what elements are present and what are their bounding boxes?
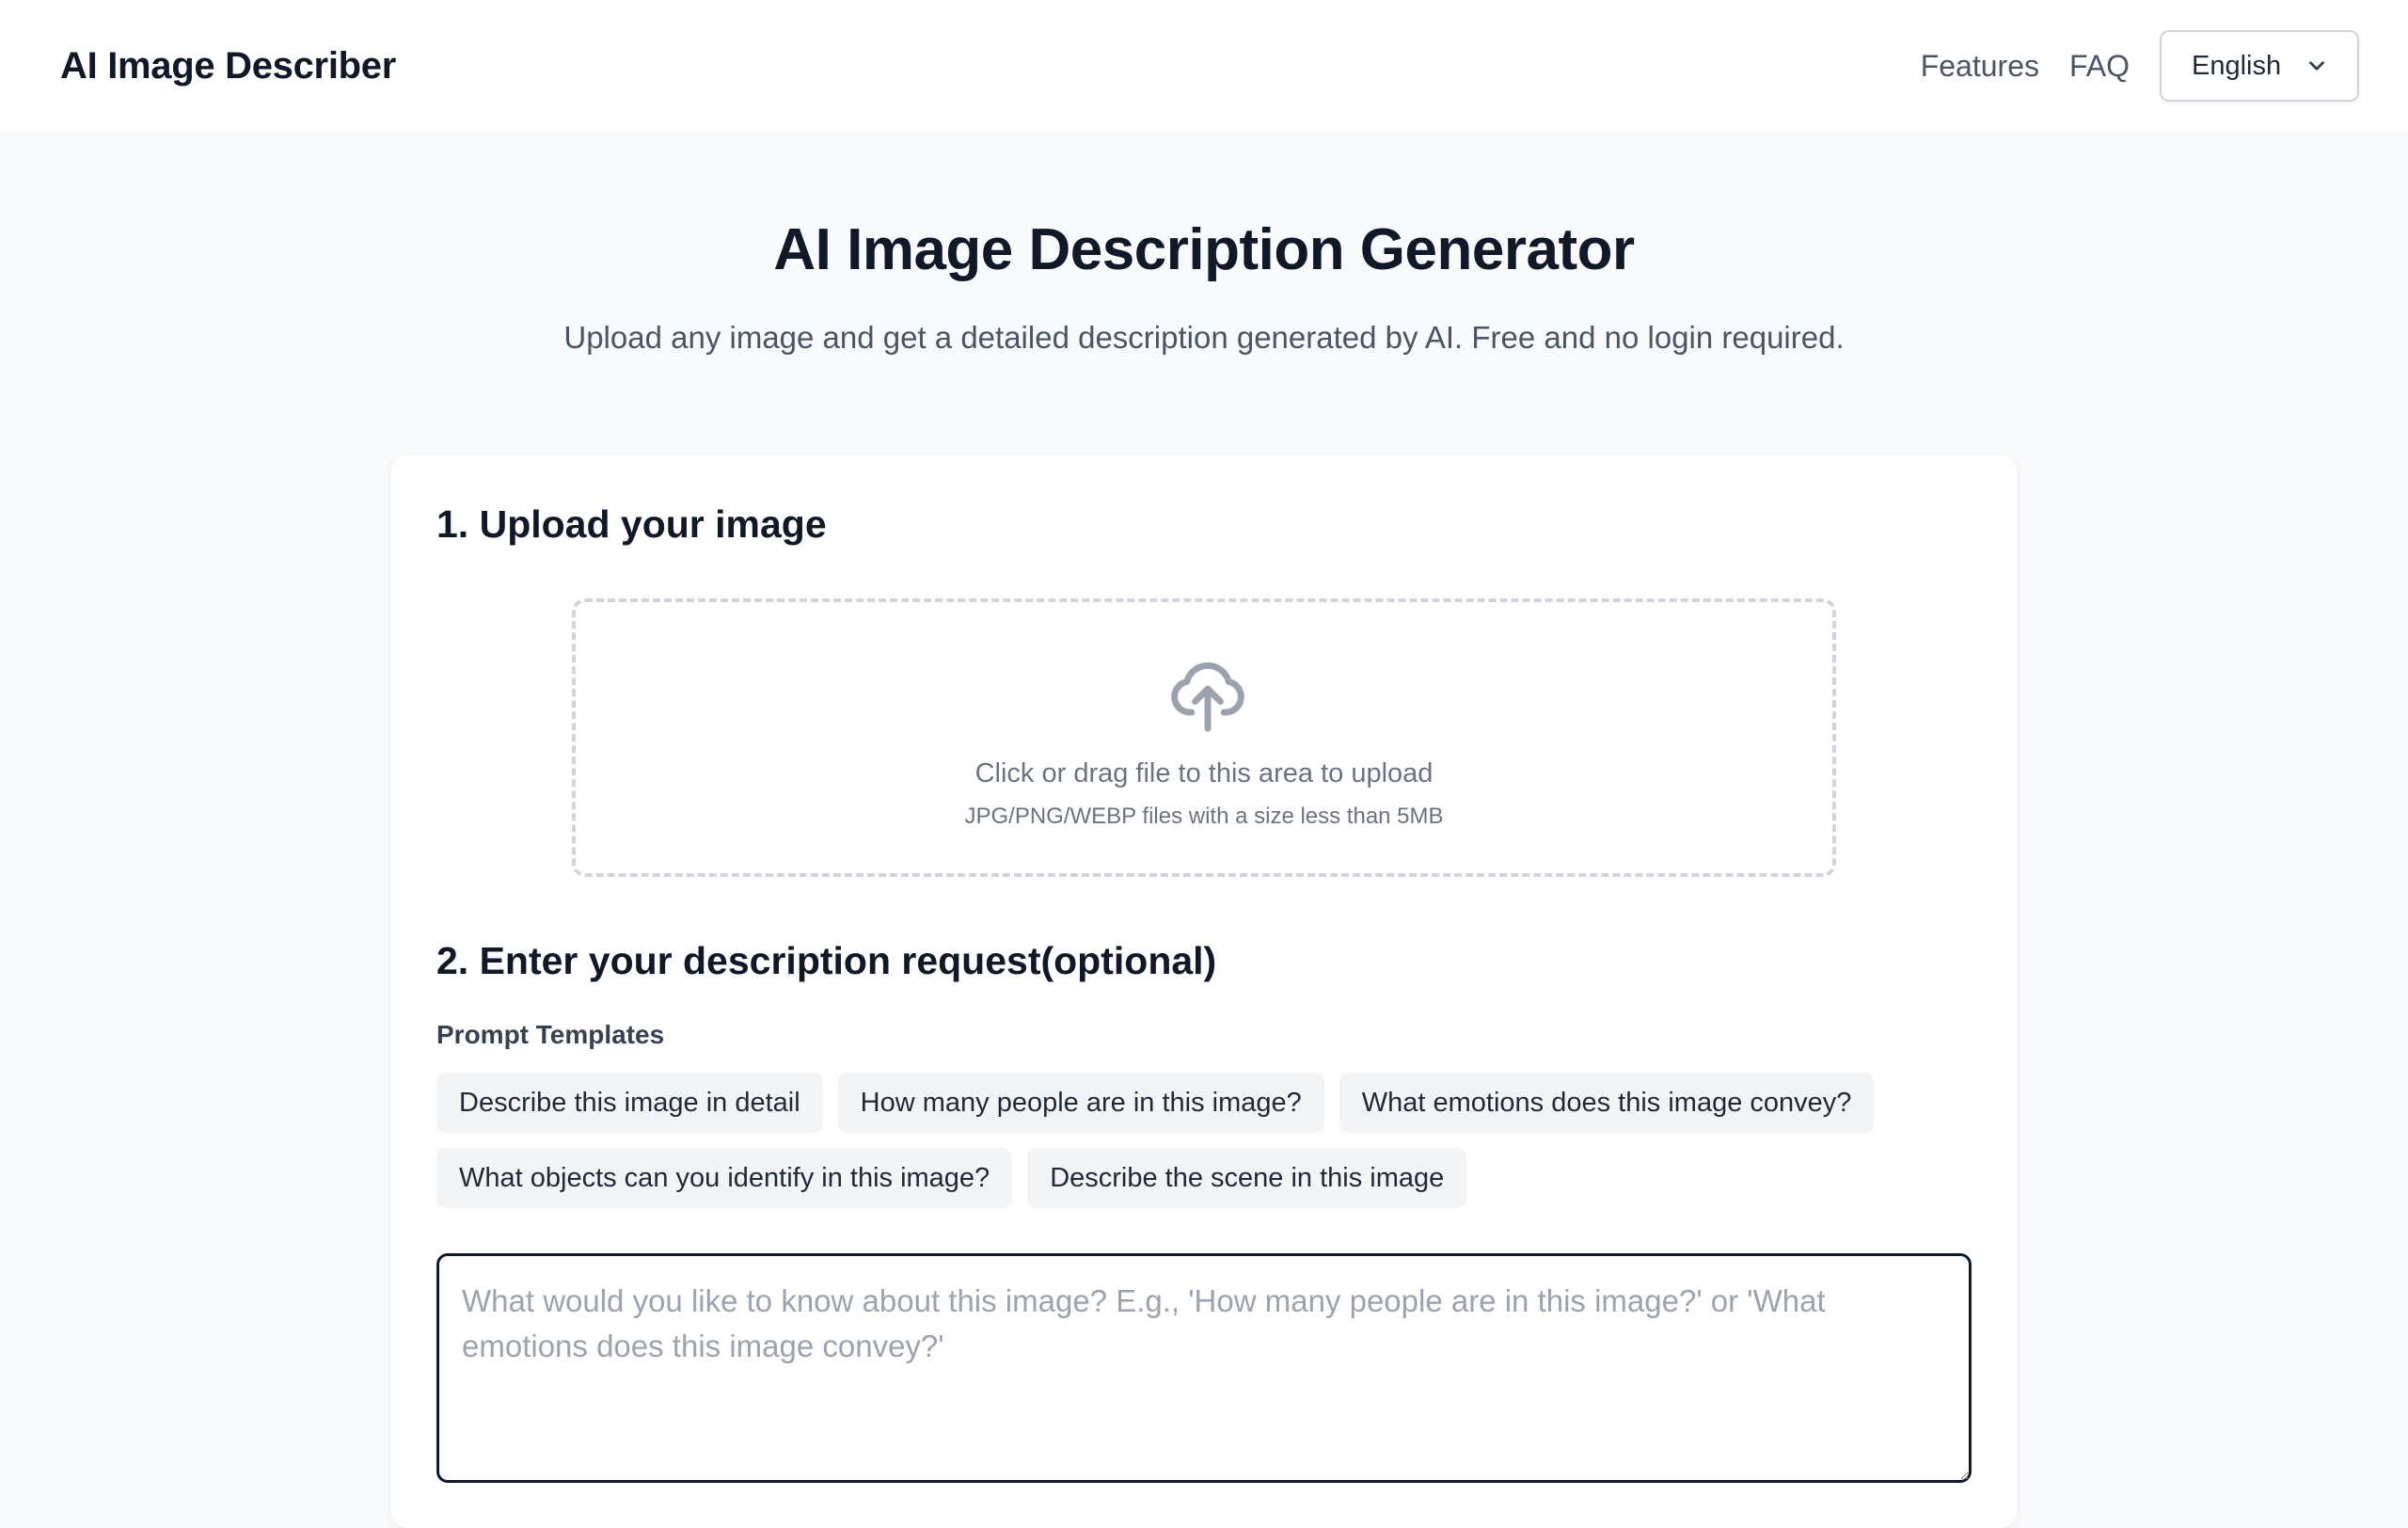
request-section-heading: 2. Enter your description request(option…: [436, 939, 1217, 982]
top-header: AI Image Describer Features FAQ English: [0, 0, 2408, 132]
page-subtitle: Upload any image and get a detailed desc…: [563, 320, 1845, 355]
main-nav: Features FAQ English: [1921, 30, 2359, 102]
language-select[interactable]: English: [2160, 30, 2359, 102]
upload-file-hint: JPG/PNG/WEBP files with a size less than…: [964, 804, 1444, 829]
language-select-value: English: [2192, 50, 2282, 81]
description-request-input[interactable]: [436, 1253, 1972, 1483]
upload-instructions: Click or drag file to this area to uploa…: [974, 758, 1434, 788]
nav-link-features[interactable]: Features: [1921, 49, 2039, 84]
nav-link-faq[interactable]: FAQ: [2069, 49, 2130, 84]
main-card: 1. Upload your image Click or drag file …: [391, 455, 2017, 1528]
prompt-templates-list: Describe this image in detail How many p…: [436, 1073, 1941, 1223]
brand-logo[interactable]: AI Image Describer: [60, 45, 396, 88]
prompt-template-chip[interactable]: How many people are in this image?: [837, 1073, 1324, 1133]
prompt-template-chip[interactable]: Describe this image in detail: [436, 1073, 823, 1133]
cloud-upload-icon: [1171, 661, 1244, 732]
upload-dropzone[interactable]: Click or drag file to this area to uploa…: [572, 598, 1836, 877]
prompt-templates-label: Prompt Templates: [436, 1020, 665, 1049]
chevron-down-icon: [2309, 61, 2324, 71]
prompt-template-chip[interactable]: What objects can you identify in this im…: [436, 1148, 1013, 1208]
page-title: AI Image Description Generator: [773, 217, 1635, 282]
prompt-template-chip[interactable]: Describe the scene in this image: [1027, 1148, 1467, 1208]
prompt-template-chip[interactable]: What emotions does this image convey?: [1339, 1073, 1875, 1133]
upload-section-heading: 1. Upload your image: [436, 502, 827, 546]
